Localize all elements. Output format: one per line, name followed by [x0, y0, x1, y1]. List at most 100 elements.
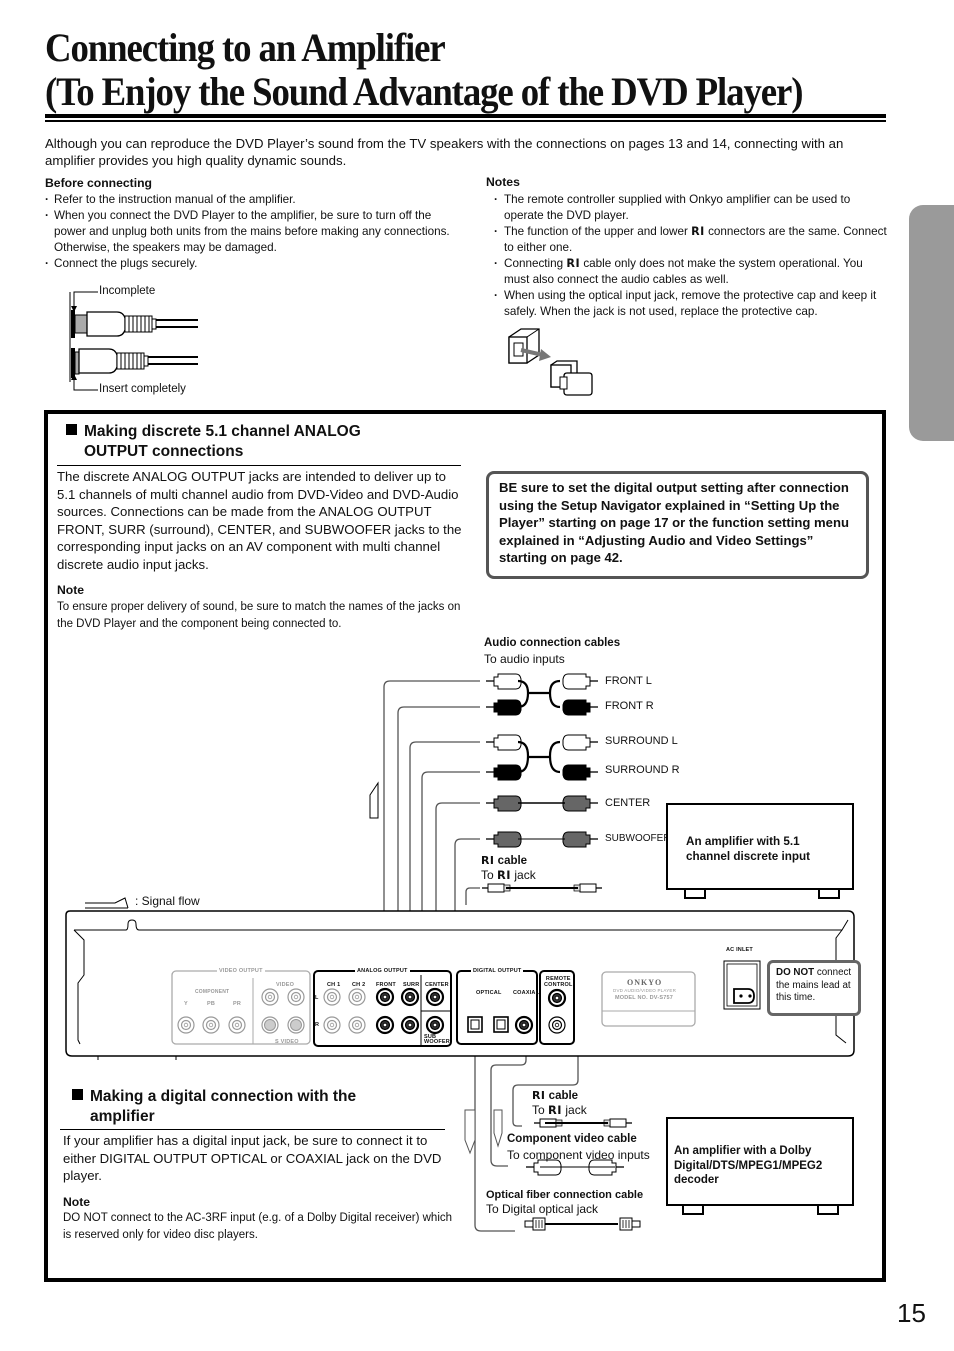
rca-plug-icon: [562, 764, 598, 781]
analog-output-jack: [400, 1015, 420, 1035]
ri-symbol-icon: RI: [497, 868, 512, 882]
rca-plug-icon: [486, 673, 522, 690]
ri-symbol-icon: RI: [481, 854, 495, 867]
ri-cable-sub: To RI jack: [481, 868, 536, 882]
panel-video-label: VIDEO: [276, 982, 295, 988]
channel-label-surround-l: SURROUND L: [605, 735, 678, 747]
panel-product-label: DVD AUDIO/VIDEO PLAYER: [613, 988, 677, 993]
panel-y-label: Y: [184, 1001, 188, 1007]
component-video-cable-heading: Component video cable: [507, 1133, 637, 1145]
signal-flow-up-arrow-icon: [369, 781, 379, 819]
composite-video-jack: [287, 988, 305, 1006]
analog-output-jack: [425, 987, 445, 1007]
panel-ch1-label: CH 1: [327, 982, 341, 988]
panel-model-label: MODEL NO. DV-S757: [615, 995, 674, 1001]
ri-symbol-icon: RI: [532, 1089, 546, 1102]
component-video-jack: [228, 1016, 246, 1034]
s-video-jack: [261, 1016, 279, 1034]
rca-plug-icon: [486, 764, 522, 781]
digital-note-heading: Note: [63, 1195, 91, 1209]
onkyo-brand-logo: ONKYO: [627, 978, 663, 987]
panel-digital-output-label: DIGITAL OUTPUT: [471, 968, 524, 974]
ri-symbol-icon: RI: [548, 1103, 563, 1117]
ri-cable-sub-2: To RI jack: [532, 1103, 587, 1117]
analog-output-jack: [375, 1015, 395, 1035]
dvd-player-rear-panel: [65, 910, 855, 1060]
component-video-jack: [202, 1016, 220, 1034]
amplifier-dolby-label: An amplifier with a Dolby Digital/DTS/MP…: [674, 1145, 823, 1186]
rca-plug-icon: [486, 831, 522, 848]
mini-plug-icon: [482, 883, 511, 893]
panel-coaxial-label: COAXIAL: [513, 990, 540, 996]
panel-surr-label: SURR: [403, 982, 420, 988]
rca-plug-icon: [562, 673, 598, 690]
optical-cable-sub: To Digital optical jack: [486, 1202, 599, 1216]
optical-cable-heading: Optical fiber connection cable: [486, 1189, 644, 1201]
panel-subwoofer-label: SUB WOOFER: [424, 1034, 450, 1045]
rca-plug-icon: [486, 734, 522, 751]
panel-pb-label: PB: [207, 1001, 216, 1007]
digital-note-body: DO NOT connect to the AC-3RF input (e.g.…: [63, 1212, 453, 1241]
rca-plug-icon: [486, 795, 522, 812]
rca-plug-icon: [562, 795, 598, 812]
analog-ch-jack: [323, 988, 341, 1006]
panel-r-label: R: [315, 1022, 320, 1028]
mini-plug-icon: [603, 1118, 632, 1128]
s-video-jack: [287, 1016, 305, 1034]
rca-plug-icon: [486, 699, 522, 716]
signal-flow-down-arrow-icon: [493, 1109, 503, 1148]
panel-ac-inlet-label: AC INLET: [726, 947, 753, 953]
do-not-connect-warning: DO NOT connect the mains lead at this ti…: [767, 960, 861, 1016]
signal-flow-legend-icon: [85, 897, 129, 909]
panel-analog-output-label: ANALOG OUTPUT: [355, 968, 410, 974]
analog-ch-jack: [323, 1016, 341, 1034]
component-video-cable-sub: To component video inputs: [507, 1148, 650, 1162]
signal-flow-down-arrow-icon: [464, 1109, 476, 1155]
remote-control-jack: [547, 988, 567, 1008]
ri-cable-heading: RI cable: [481, 854, 528, 867]
channel-label-subwoofer: SUBWOOFER: [605, 833, 671, 844]
amplifier-51-label: An amplifier with 5.1 channel discrete i…: [686, 835, 811, 863]
mini-plug-icon: [573, 883, 602, 893]
channel-label-center: CENTER: [605, 797, 651, 809]
channel-label-surround-r: SURROUND R: [605, 764, 680, 776]
component-video-jack: [177, 1016, 195, 1034]
amplifier-51-box: An amplifier with 5.1 channel discrete i…: [666, 803, 854, 890]
bullet-square-icon: [72, 1089, 83, 1100]
amplifier-foot: [682, 1206, 704, 1215]
optical-plug-icon: [619, 1217, 641, 1231]
panel-video-output-label: VIDEO OUTPUT: [217, 968, 265, 974]
panel-ch2-label: CH 2: [352, 982, 366, 988]
digital-section-heading: Making a digital connection with the amp…: [72, 1087, 452, 1127]
digital-section-body: If your amplifier has a digital input ja…: [63, 1133, 442, 1184]
remote-control-jack: [548, 1016, 566, 1034]
digital-heading-rule: [60, 1129, 445, 1130]
amplifier-foot: [818, 890, 840, 899]
channel-label-front-r: FRONT R: [605, 700, 654, 712]
rca-plug-icon: [562, 734, 598, 751]
analog-output-jack: [400, 987, 420, 1007]
analog-ch-jack: [348, 1016, 366, 1034]
optical-plug-icon: [524, 1217, 546, 1231]
rca-plug-icon: [562, 699, 598, 716]
rca-plug-icon: [562, 831, 598, 848]
amplifier-foot: [684, 890, 706, 899]
y-split-connectors: [517, 679, 561, 774]
signal-flow-label: : Signal flow: [135, 894, 200, 908]
amplifier-dolby-box: An amplifier with a Dolby Digital/DTS/MP…: [666, 1117, 854, 1206]
panel-front-label: FRONT: [376, 982, 396, 988]
coaxial-jack: [514, 1015, 534, 1035]
panel-svideo-label: S VIDEO: [275, 1039, 299, 1045]
panel-center-label: CENTER: [425, 982, 449, 988]
channel-label-front-l: FRONT L: [605, 675, 652, 687]
analog-output-jack: [375, 987, 395, 1007]
page-number: 15: [897, 1298, 926, 1328]
amplifier-foot: [817, 1206, 839, 1215]
panel-component-label: COMPONENT: [195, 989, 230, 995]
analog-output-jack: [425, 1015, 445, 1035]
panel-remote-control-label: REMOTE CONTROL: [544, 976, 573, 988]
analog-ch-jack: [348, 988, 366, 1006]
ri-cable-heading-2: RI cable: [532, 1089, 579, 1102]
panel-optical-label: OPTICAL: [476, 990, 502, 996]
panel-pr-label: PR: [233, 1001, 242, 1007]
